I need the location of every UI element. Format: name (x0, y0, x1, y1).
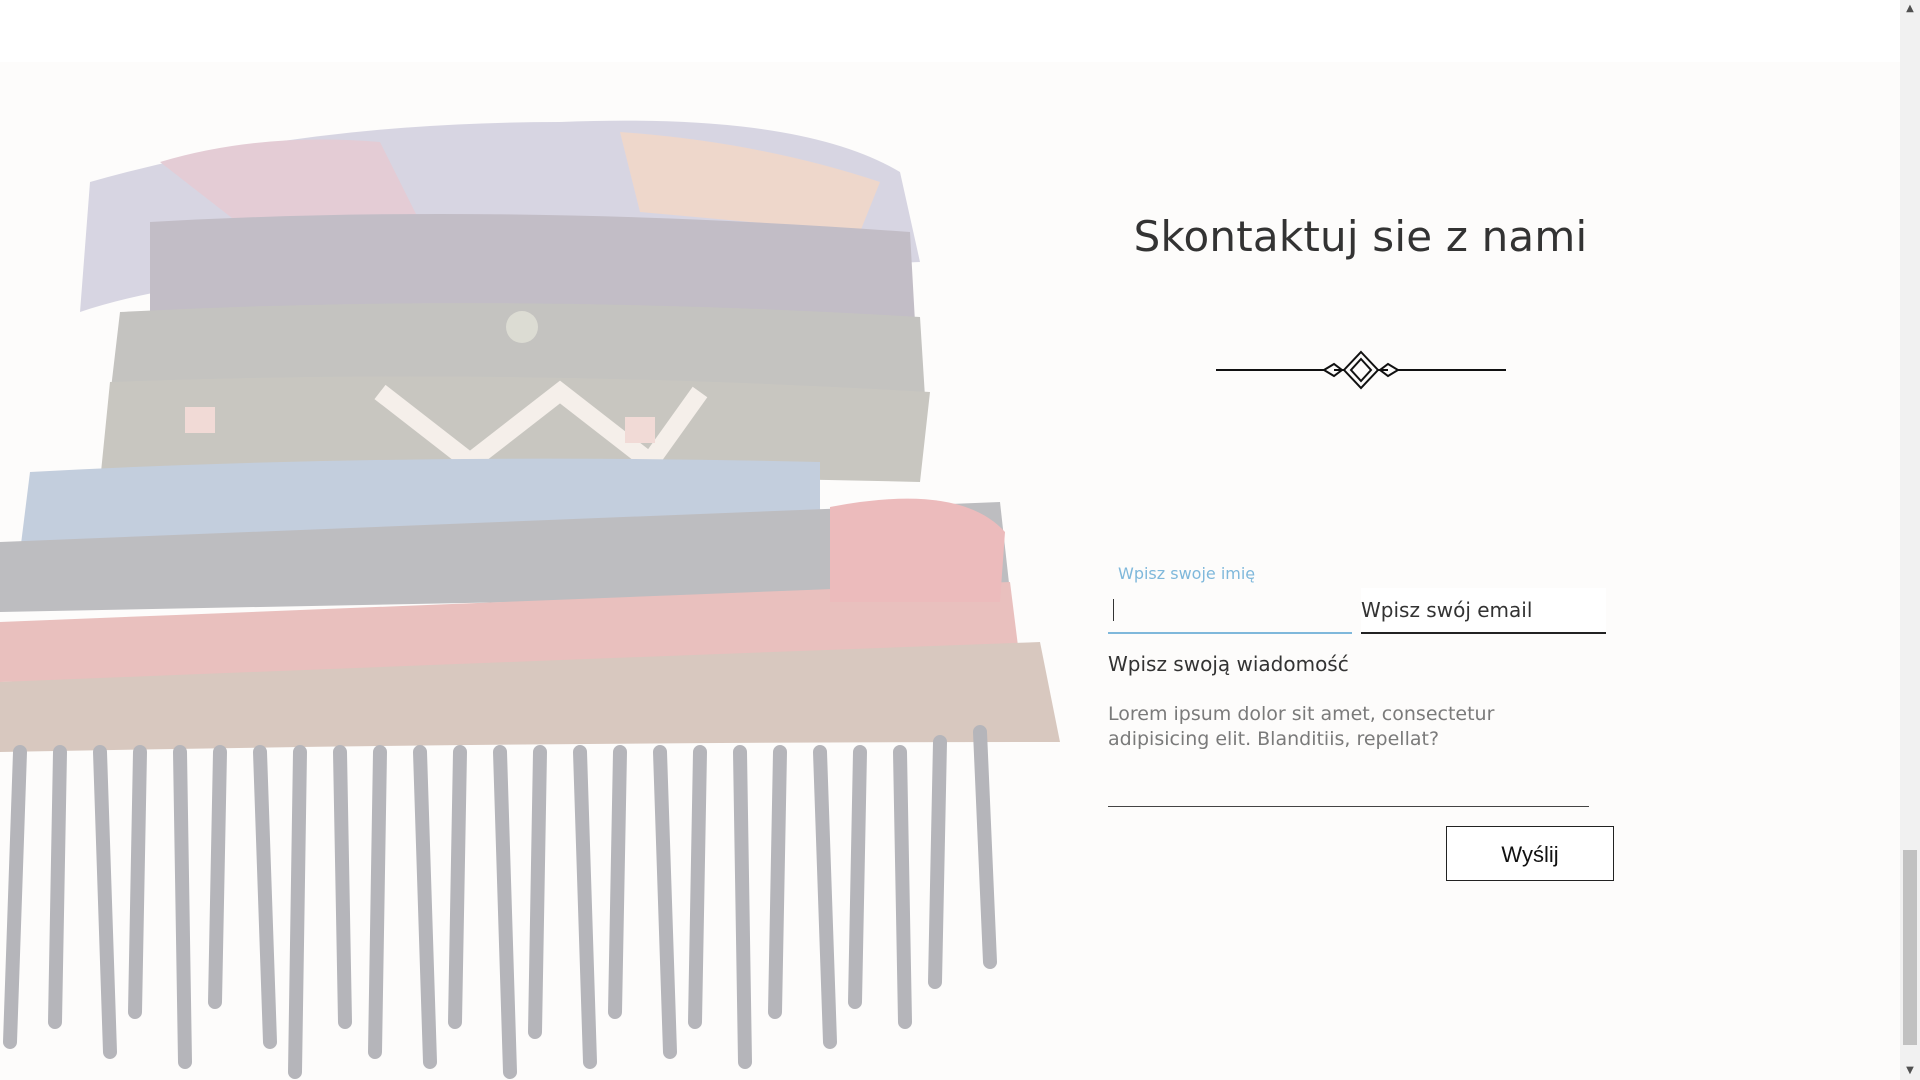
contact-section: Skontaktuj sie z nami Wpisz swoje imię W… (0, 62, 1900, 1080)
vertical-scrollbar[interactable]: ▲ ▼ (1900, 0, 1920, 1080)
name-input[interactable] (1108, 588, 1352, 634)
email-placeholder: Wpisz swój email (1361, 598, 1533, 622)
page-title: Skontaktuj sie z nami (1133, 212, 1588, 261)
name-field-label: Wpisz swoje imię (1118, 564, 1256, 583)
scroll-up-arrow-icon[interactable]: ▲ (1900, 0, 1920, 18)
message-placeholder: Lorem ipsum dolor sit amet, consectetur … (1108, 703, 1495, 750)
scrollbar-thumb[interactable] (1903, 850, 1917, 1045)
message-field-label: Wpisz swoją wiadomość (1108, 652, 1349, 676)
message-textarea[interactable]: Lorem ipsum dolor sit amet, consectetur … (1108, 702, 1589, 807)
ornamental-divider-icon (1216, 350, 1506, 390)
scroll-down-arrow-icon[interactable]: ▼ (1900, 1062, 1920, 1080)
text-caret (1113, 599, 1114, 621)
folded-textiles-background-image (0, 62, 1080, 1080)
send-button[interactable]: Wyślij (1446, 826, 1614, 881)
email-input[interactable]: Wpisz swój email (1361, 588, 1606, 634)
page: Skontaktuj sie z nami Wpisz swoje imię W… (0, 0, 1900, 1080)
